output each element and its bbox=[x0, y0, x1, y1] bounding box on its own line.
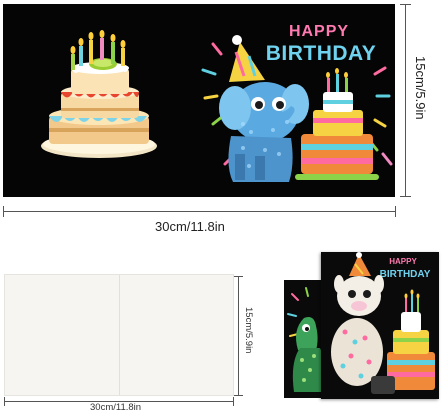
blank-card-back bbox=[4, 274, 234, 396]
height-dimension-line bbox=[405, 4, 406, 196]
small-card-front: HAPPY BIRTHDAY bbox=[321, 252, 439, 399]
width-dimension-label: 30cm/11.8in bbox=[155, 219, 225, 234]
height-dimension-label: 15cm/5.9in bbox=[413, 56, 428, 120]
card-fold-line bbox=[119, 275, 120, 395]
width-dimension-tick-left bbox=[3, 206, 4, 217]
small-width-dimension-label: 30cm/11.8in bbox=[90, 402, 142, 413]
large-card-artwork: HAPPY BIRTHDAY bbox=[41, 23, 393, 182]
large-birthday-card: HAPPY BIRTHDAY bbox=[3, 4, 395, 197]
small-height-dimension-line bbox=[238, 276, 239, 396]
small-greeting-birthday: BIRTHDAY bbox=[380, 269, 431, 280]
greeting-happy: HAPPY bbox=[289, 23, 349, 40]
small-height-dimension-label: 15cm/5.9in bbox=[243, 307, 254, 354]
width-dimension-tick-right bbox=[395, 206, 396, 217]
small-width-tick-right bbox=[233, 397, 234, 406]
greeting-birthday: BIRTHDAY bbox=[266, 42, 377, 65]
small-greeting-happy: HAPPY bbox=[389, 257, 417, 266]
small-height-tick-bottom bbox=[234, 395, 243, 396]
small-width-tick-left bbox=[4, 397, 5, 406]
cake-illustration bbox=[41, 30, 157, 158]
llama-artwork: HAPPY BIRTHDAY bbox=[331, 252, 435, 394]
small-height-tick-top bbox=[234, 276, 243, 277]
width-dimension-line bbox=[3, 211, 396, 212]
height-dimension-tick-bottom bbox=[400, 196, 411, 197]
height-dimension-tick-top bbox=[400, 4, 411, 5]
